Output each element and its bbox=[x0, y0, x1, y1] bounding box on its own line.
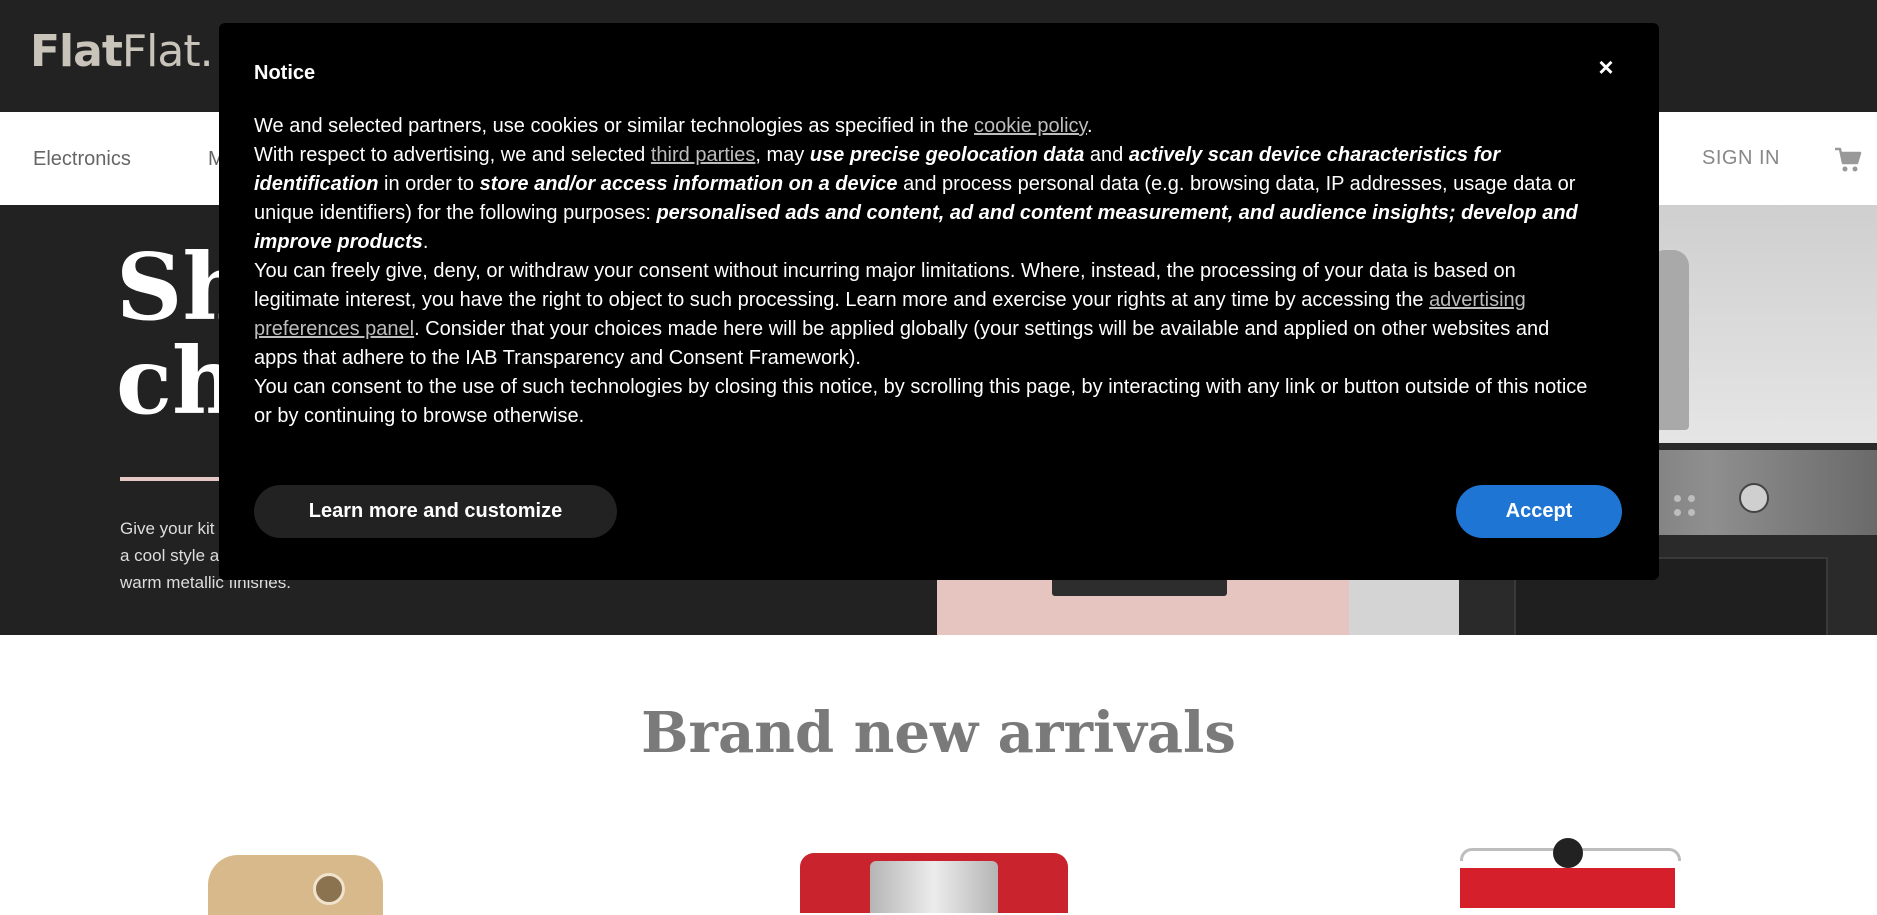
notice-body: We and selected partners, use cookies or… bbox=[254, 112, 1594, 431]
cookie-notice-dialog: Notice × We and selected partners, use c… bbox=[219, 23, 1659, 580]
notice-text: in order to bbox=[378, 173, 480, 195]
notice-text: You can freely give, deny, or withdraw y… bbox=[254, 260, 1516, 311]
cart-icon[interactable] bbox=[1834, 146, 1862, 174]
product-1-knob bbox=[313, 873, 345, 905]
product-image-2[interactable] bbox=[800, 853, 1068, 913]
cookie-policy-link[interactable]: cookie policy bbox=[974, 115, 1087, 137]
notice-text: . Consider that your choices made here w… bbox=[254, 318, 1550, 369]
notice-text: We and selected partners, use cookies or… bbox=[254, 115, 975, 137]
product-3-handle bbox=[1553, 838, 1583, 868]
hero-product-image bbox=[1052, 580, 1227, 596]
notice-paragraph-1: We and selected partners, use cookies or… bbox=[254, 112, 1594, 141]
product-image-1[interactable] bbox=[208, 855, 383, 915]
notice-paragraph-2: With respect to advertising, we and sele… bbox=[254, 141, 1594, 257]
oven-buttons bbox=[1674, 495, 1698, 519]
notice-paragraph-4: You can consent to the use of such techn… bbox=[254, 376, 1588, 427]
notice-text: . bbox=[1087, 115, 1093, 137]
section-title: Brand new arrivals bbox=[641, 700, 1236, 766]
logo-bold-text: Flat bbox=[30, 26, 123, 77]
notice-emphasis: store and/or access information on a dev… bbox=[479, 173, 898, 195]
notice-text: With respect to advertising, we and sele… bbox=[254, 144, 651, 166]
logo-thin-text: Flat. bbox=[121, 26, 214, 77]
product-image-3[interactable] bbox=[1460, 838, 1681, 908]
notice-text: , may bbox=[755, 144, 810, 166]
nav-item-electronics[interactable]: Electronics bbox=[33, 148, 131, 171]
notice-title: Notice bbox=[254, 62, 316, 84]
notice-text: . bbox=[422, 231, 429, 253]
close-icon[interactable]: × bbox=[1592, 53, 1620, 81]
notice-paragraph-3: You can freely give, deny, or withdraw y… bbox=[254, 257, 1594, 373]
accept-button[interactable]: Accept bbox=[1456, 485, 1622, 538]
third-parties-link[interactable]: third parties bbox=[651, 144, 756, 166]
oven-knob bbox=[1739, 483, 1769, 513]
sign-in-link[interactable]: SIGN IN bbox=[1702, 147, 1780, 170]
product-2-panel bbox=[870, 861, 998, 913]
notice-emphasis: use precise geolocation data bbox=[809, 144, 1085, 166]
site-logo[interactable]: FlatFlat. bbox=[30, 26, 214, 77]
notice-text: and bbox=[1084, 144, 1129, 166]
learn-more-customize-button[interactable]: Learn more and customize bbox=[254, 485, 617, 538]
